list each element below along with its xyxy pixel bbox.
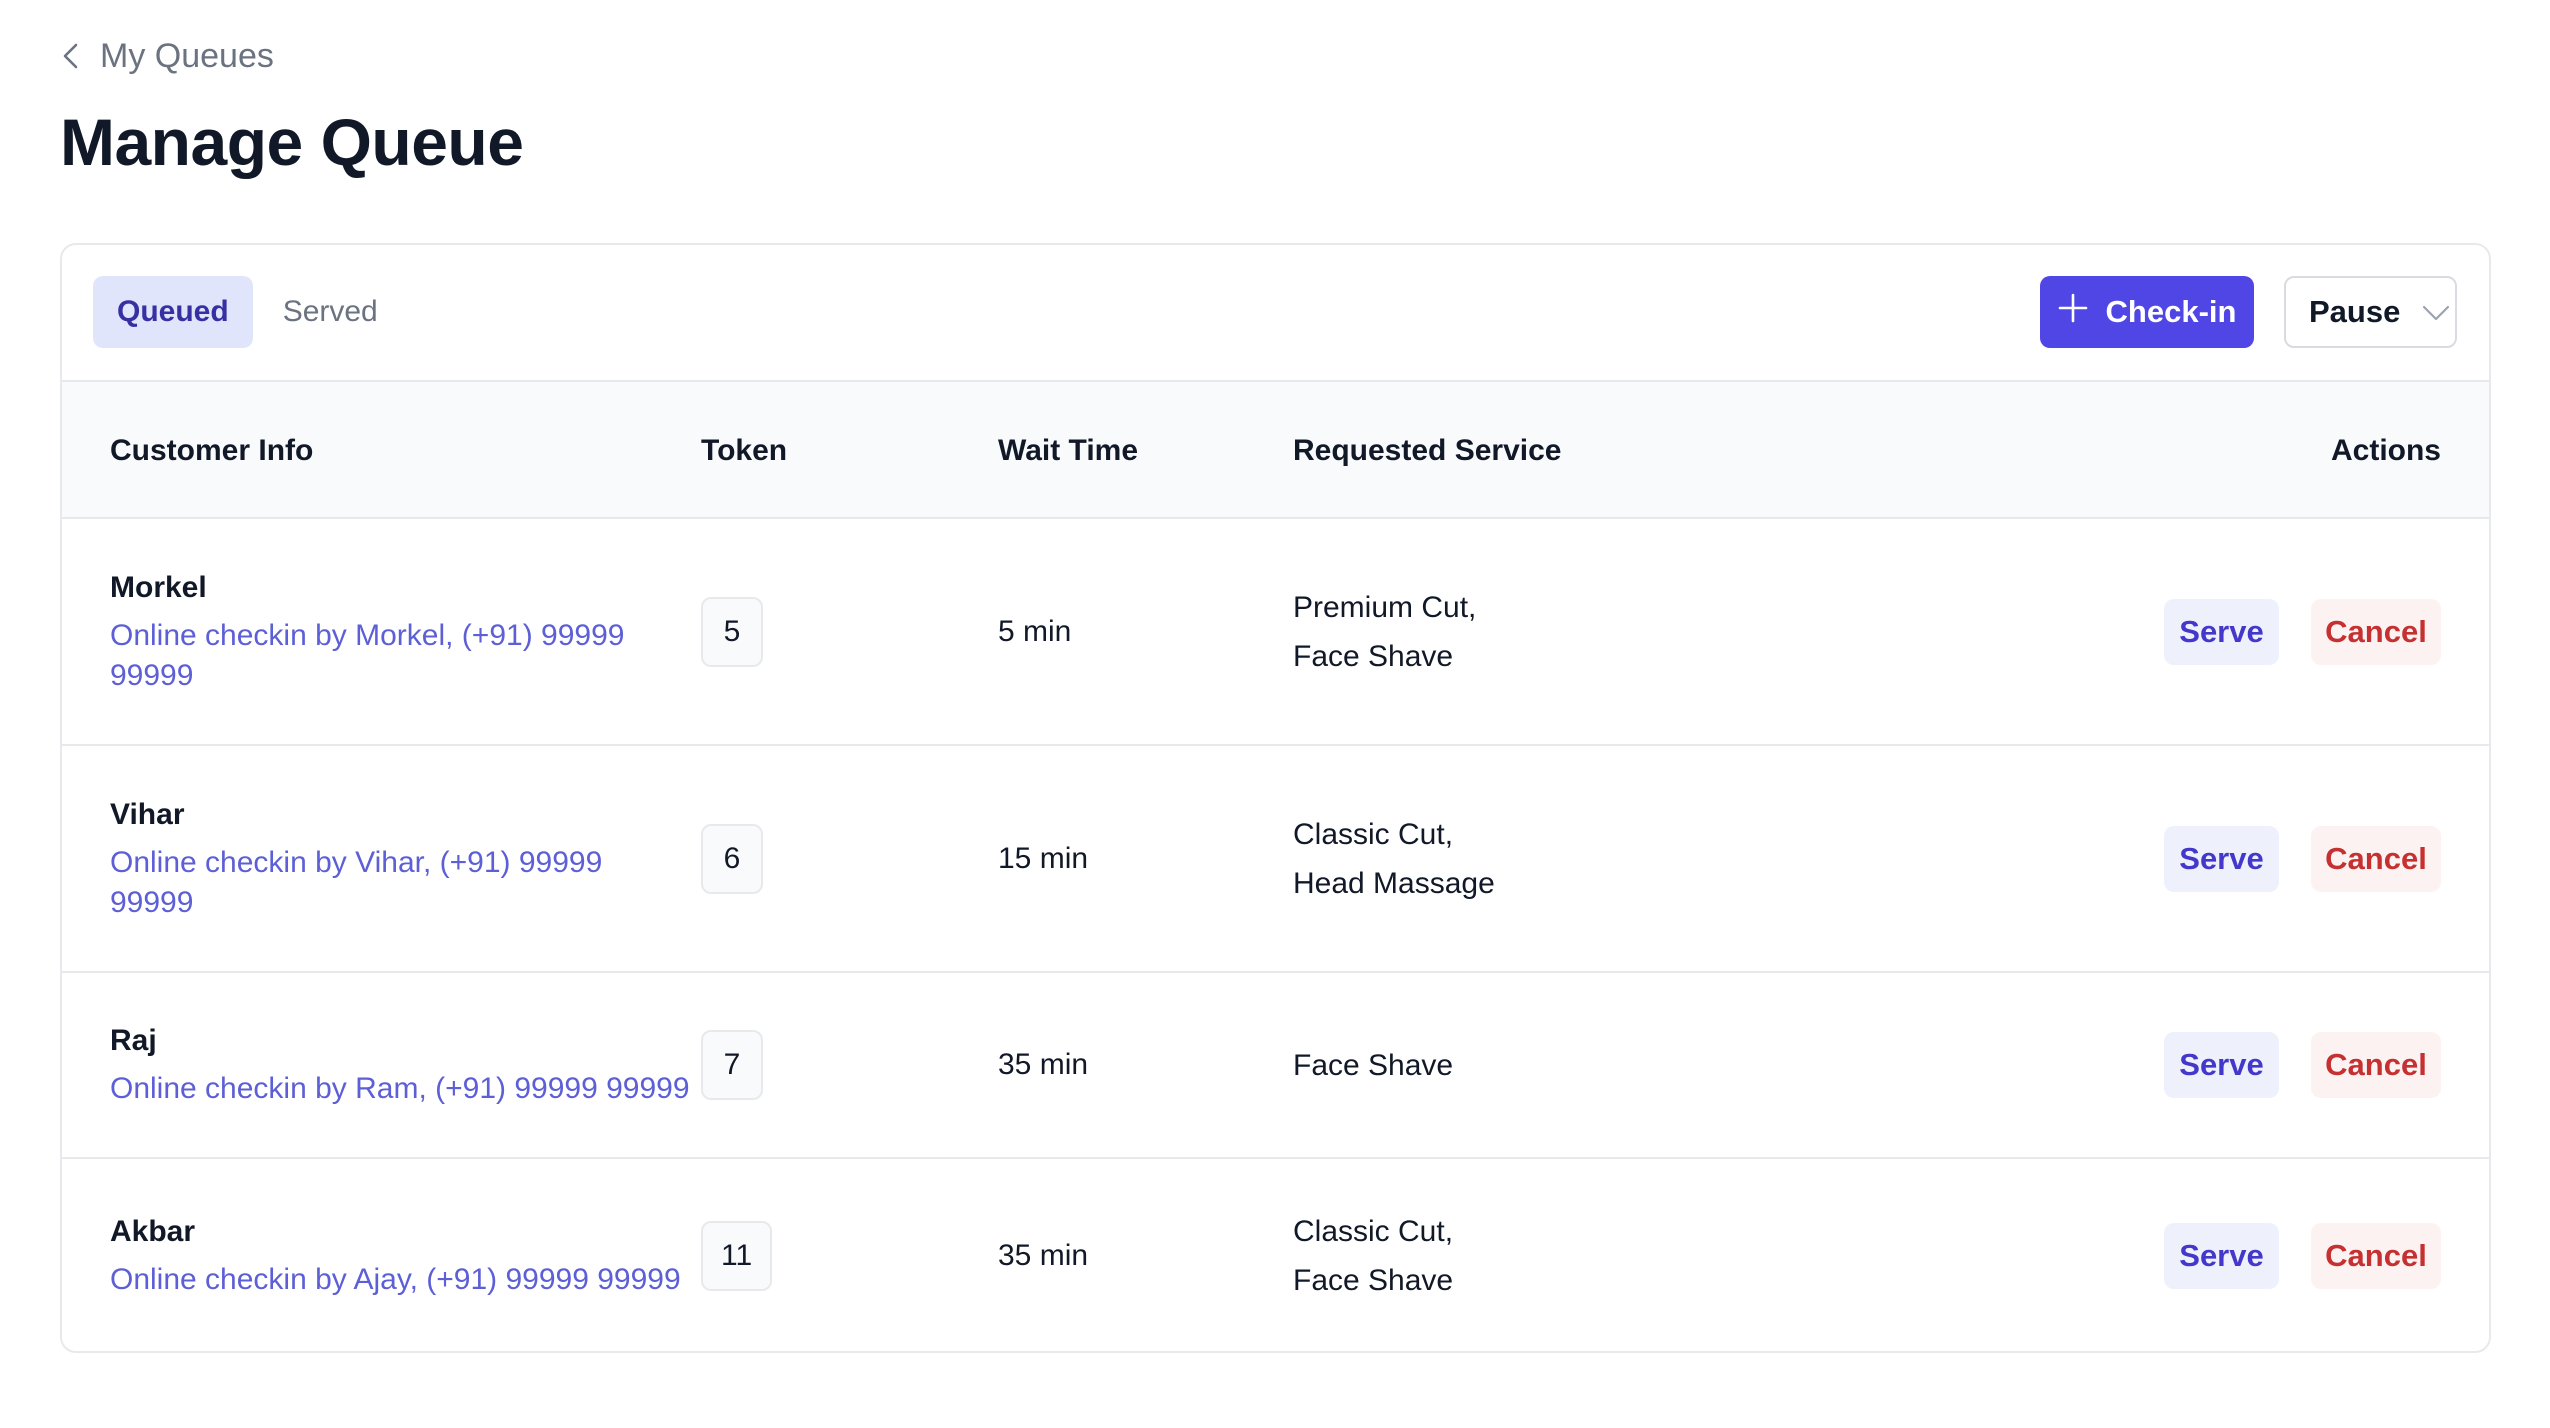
header-token: Token: [701, 433, 788, 467]
breadcrumb-label: My Queues: [100, 36, 274, 75]
cancel-button[interactable]: Cancel: [2311, 598, 2441, 665]
token-badge: 7: [701, 1030, 763, 1100]
actions-cell: Serve Cancel: [2164, 746, 2441, 971]
cancel-button[interactable]: Cancel: [2311, 825, 2441, 892]
requested-service-cell: Classic Cut, Head Massage: [1293, 746, 1495, 971]
customer-name: Akbar: [110, 1215, 196, 1248]
page-title: Manage Queue: [60, 105, 524, 179]
breadcrumb-back-link[interactable]: My Queues: [60, 36, 274, 76]
token-badge: 11: [701, 1221, 773, 1291]
table-header: Customer Info Token Wait Time Requested …: [62, 382, 2489, 519]
header-customer-info: Customer Info: [110, 433, 314, 467]
wait-time: 15 min: [998, 841, 1089, 875]
cancel-button[interactable]: Cancel: [2311, 1223, 2441, 1289]
token-cell: 7: [701, 973, 763, 1157]
queue-tabs: Queued Served: [93, 276, 402, 348]
customer-name: Vihar: [110, 797, 185, 831]
header-actions: Actions: [2330, 433, 2441, 467]
plus-icon: [2058, 293, 2088, 331]
wait-time: 5 min: [998, 614, 1072, 648]
customer-checkin-detail[interactable]: Online checkin by Morkel, (+91) 99999 99…: [110, 616, 690, 696]
table-row: Morkel Online checkin by Morkel, (+91) 9…: [62, 519, 2489, 746]
header-wait-time: Wait Time: [998, 433, 1139, 467]
wait-time-cell: 15 min: [998, 746, 1088, 971]
serve-button[interactable]: Serve: [2164, 1223, 2279, 1289]
chevron-left-icon: [60, 42, 82, 70]
token-cell: 5: [701, 519, 763, 744]
serve-button[interactable]: Serve: [2164, 1032, 2279, 1098]
requested-service-cell: Classic Cut, Face Shave: [1293, 1159, 1454, 1351]
tab-queued[interactable]: Queued: [93, 276, 253, 348]
pause-dropdown-value: Pause: [2309, 294, 2401, 329]
service-item: Classic Cut,: [1293, 1215, 1454, 1248]
header-requested-service: Requested Service: [1293, 433, 1562, 467]
customer-info-cell: Akbar Online checkin by Ajay, (+91) 9999…: [110, 1159, 730, 1351]
actions-cell: Serve Cancel: [2164, 519, 2441, 744]
cancel-button[interactable]: Cancel: [2311, 1032, 2441, 1098]
requested-service-cell: Premium Cut, Face Shave: [1293, 519, 1476, 744]
wait-time-cell: 35 min: [998, 1159, 1089, 1351]
service-item: Face Shave: [1293, 1264, 1454, 1297]
service-item: Head Massage: [1293, 866, 1495, 900]
actions-cell: Serve Cancel: [2164, 1159, 2441, 1351]
check-in-button[interactable]: Check-in: [2040, 276, 2254, 348]
table-row: Vihar Online checkin by Vihar, (+91) 999…: [62, 746, 2489, 973]
customer-info-cell: Morkel Online checkin by Morkel, (+91) 9…: [110, 519, 690, 744]
tab-served[interactable]: Served: [259, 276, 402, 348]
check-in-label: Check-in: [2105, 294, 2237, 329]
token-badge: 6: [701, 823, 763, 894]
wait-time-cell: 5 min: [998, 519, 1071, 744]
serve-button[interactable]: Serve: [2164, 598, 2279, 665]
customer-checkin-detail[interactable]: Online checkin by Ram, (+91) 99999 99999: [110, 1069, 730, 1109]
service-item: Face Shave: [1293, 639, 1454, 673]
manage-queue-page: My Queues Manage Queue Queued Served Che…: [0, 0, 2550, 1428]
customer-checkin-detail[interactable]: Online checkin by Ajay, (+91) 99999 9999…: [110, 1260, 730, 1300]
table-row: Akbar Online checkin by Ajay, (+91) 9999…: [62, 1159, 2489, 1351]
actions-cell: Serve Cancel: [2164, 973, 2441, 1157]
customer-name: Raj: [110, 1024, 157, 1057]
customer-name: Morkel: [110, 570, 207, 604]
service-item: Classic Cut,: [1293, 817, 1454, 851]
queue-card: Queued Served Check-in Pause Customer In…: [60, 243, 2491, 1353]
table-row: Raj Online checkin by Ram, (+91) 99999 9…: [62, 973, 2489, 1159]
chevron-down-icon: [2422, 294, 2450, 330]
queue-toolbar: Queued Served Check-in Pause: [62, 245, 2489, 382]
service-item: Face Shave: [1293, 1048, 1454, 1082]
customer-info-cell: Raj Online checkin by Ram, (+91) 99999 9…: [110, 973, 730, 1157]
token-badge: 5: [701, 596, 763, 667]
wait-time: 35 min: [998, 1048, 1089, 1081]
service-item: Premium Cut,: [1293, 590, 1477, 624]
requested-service-cell: Face Shave: [1293, 973, 1453, 1157]
pause-dropdown[interactable]: Pause: [2284, 276, 2457, 348]
customer-info-cell: Vihar Online checkin by Vihar, (+91) 999…: [110, 746, 690, 971]
wait-time: 35 min: [998, 1239, 1089, 1272]
token-cell: 11: [701, 1159, 773, 1351]
customer-checkin-detail[interactable]: Online checkin by Vihar, (+91) 99999 999…: [110, 843, 690, 923]
wait-time-cell: 35 min: [998, 973, 1088, 1157]
serve-button[interactable]: Serve: [2164, 825, 2279, 892]
token-cell: 6: [701, 746, 763, 971]
